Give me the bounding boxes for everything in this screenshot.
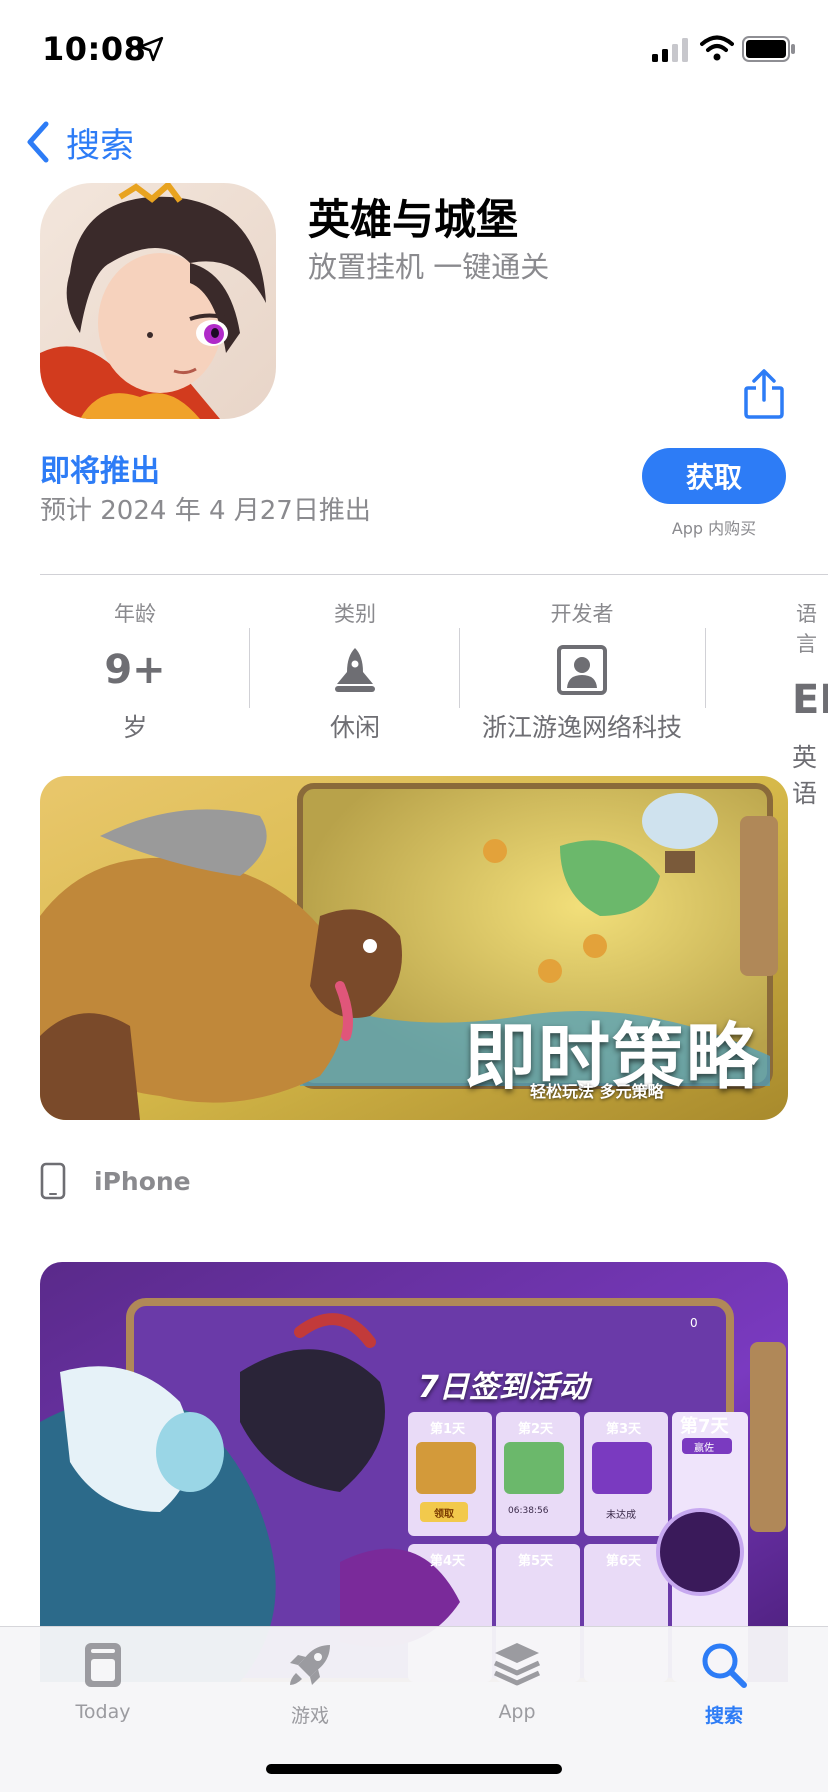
app-subtitle: 放置挂机 一键通关 — [308, 250, 550, 284]
tab-apps[interactable]: App — [457, 1639, 577, 1723]
day-label: 第1天 — [430, 1422, 466, 1437]
day7-badge: 赢佐 — [694, 1443, 714, 1454]
in-app-purchase-note: App 内购买 — [671, 519, 757, 538]
info-age-sub: 岁 — [122, 713, 148, 742]
day-label: 第5天 — [518, 1554, 554, 1569]
tab-apps-label: App — [498, 1701, 536, 1723]
screenshot-2-headline: 7日签到活动 — [418, 1370, 589, 1405]
day-label: 第2天 — [518, 1422, 554, 1437]
info-language-value: EN — [792, 677, 828, 723]
share-icon[interactable] — [742, 368, 786, 420]
day1-claim-label: 领取 — [434, 1509, 454, 1520]
back-label: 搜索 — [66, 125, 134, 166]
wifi-icon — [700, 35, 734, 61]
coming-soon-label: 即将推出 — [40, 454, 160, 489]
app-icon — [40, 183, 276, 419]
screenshot-1-tagline: 轻松玩法 多元策略 — [530, 1082, 664, 1101]
tab-search-label: 搜索 — [704, 1705, 743, 1727]
day7-label: 第7天 — [680, 1416, 729, 1437]
device-label: iPhone — [94, 1166, 191, 1196]
day2-timer: 06:38:56 — [508, 1506, 549, 1516]
search-icon — [702, 1643, 747, 1688]
developer-avatar-icon — [557, 645, 607, 695]
tab-games-label: 游戏 — [290, 1705, 329, 1727]
day-label: 第6天 — [606, 1554, 642, 1569]
rocket-icon — [290, 1645, 330, 1685]
info-category-sub: 休闲 — [329, 713, 380, 742]
info-category-label: 类别 — [334, 602, 376, 626]
info-separator — [249, 628, 250, 708]
tab-search[interactable]: 搜索 — [664, 1639, 784, 1728]
day-label: 第3天 — [606, 1422, 642, 1437]
chevron-left-icon — [27, 121, 49, 163]
info-developer-label: 开发者 — [550, 602, 614, 626]
info-language-sub: 英语 — [792, 743, 818, 808]
info-age: 年龄 9+ 岁 — [40, 598, 230, 744]
day-label: 第4天 — [430, 1554, 466, 1569]
layers-icon — [493, 1643, 541, 1686]
tab-today-label: Today — [75, 1701, 131, 1723]
info-separator — [705, 628, 706, 708]
tab-games[interactable]: 游戏 — [250, 1639, 370, 1728]
day3-status: 未达成 — [606, 1510, 636, 1521]
app-title: 英雄与城堡 — [308, 195, 519, 244]
status-time: 10:08 — [42, 30, 147, 68]
header-divider — [40, 574, 828, 575]
info-age-value: 9+ — [104, 647, 166, 693]
cellular-signal-icon — [652, 38, 688, 62]
location-arrow-icon — [138, 36, 164, 62]
screenshot-2[interactable]: 7日签到活动 0 第1天 第2天 第3天 第4天 第5天 第6天 第7天 赢佐 … — [40, 1262, 788, 1682]
info-developer[interactable]: 开发者 浙江游逸网络科技 — [466, 598, 698, 744]
home-indicator — [266, 1764, 562, 1774]
info-language-label: 语言 — [796, 602, 817, 656]
get-button[interactable]: 获取 — [642, 448, 786, 504]
info-age-label: 年龄 — [114, 602, 156, 626]
status-bar: 10:08 — [0, 0, 828, 100]
battery-icon — [742, 36, 795, 62]
gem-count: 0 — [690, 1316, 698, 1330]
screenshot-1[interactable]: 即时策略 轻松玩法 多元策略 — [40, 776, 788, 1120]
device-indicator: iPhone — [40, 1162, 191, 1200]
today-icon — [85, 1643, 121, 1687]
iphone-icon — [40, 1162, 66, 1200]
info-developer-sub: 浙江游逸网络科技 — [481, 713, 682, 742]
info-category[interactable]: 类别 休闲 — [260, 598, 450, 744]
rocket-launch-icon — [335, 648, 375, 692]
tab-today[interactable]: Today — [43, 1639, 163, 1723]
back-to-search-link[interactable]: 搜索 — [24, 116, 134, 168]
info-separator — [459, 628, 460, 708]
release-date: 预计 2024 年 4 月27日推出 — [40, 496, 371, 526]
